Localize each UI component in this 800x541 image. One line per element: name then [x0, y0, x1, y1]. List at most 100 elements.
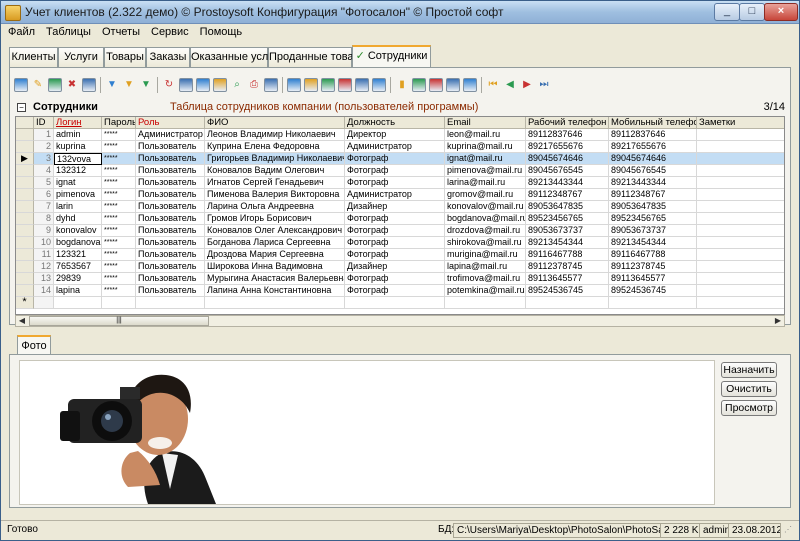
table-row[interactable]: 13 29839 ***** Пользователь Мурыгина Анастас…	[16, 273, 784, 285]
table-row[interactable]: 2 kuprina ***** Пользователь Куприна Елена Ф…	[16, 141, 784, 153]
tab-orders[interactable]: Заказы	[146, 47, 190, 67]
cell-mobile[interactable]: 89112837646	[609, 129, 697, 141]
cell-fio[interactable]: Григорьев Владимир Николаевич	[205, 153, 345, 165]
cell-mobile[interactable]: 89116467788	[609, 249, 697, 261]
settings-icon[interactable]	[463, 78, 477, 92]
cell-role[interactable]: Администратор	[136, 129, 205, 141]
cell-notes[interactable]	[697, 129, 784, 141]
cell-position[interactable]: Фотограф	[345, 273, 445, 285]
tab-goods[interactable]: Товары	[104, 47, 146, 67]
column-header[interactable]: Логин	[54, 117, 102, 129]
cell-work[interactable]: 89113645577	[526, 273, 609, 285]
cell-login[interactable]: larin	[54, 201, 102, 213]
filter-icon[interactable]: ▼	[105, 78, 119, 92]
cell-role[interactable]: Пользователь	[136, 141, 205, 153]
cell-login[interactable]: 132vova	[54, 153, 102, 165]
table-row[interactable]: 4 132312 ***** Пользователь Коновалов Вадим …	[16, 165, 784, 177]
cell-email[interactable]: kuprina@mail.ru	[445, 141, 526, 153]
cell-email[interactable]: ignat@mail.ru	[445, 153, 526, 165]
cell-id[interactable]: 9	[34, 225, 54, 237]
copy-icon[interactable]	[48, 78, 62, 92]
export-html-icon[interactable]	[355, 78, 369, 92]
export-xml-icon[interactable]	[338, 78, 352, 92]
row-indicator[interactable]	[16, 129, 34, 141]
cell-fio[interactable]: Богданова Лариса Сергеевна	[205, 237, 345, 249]
table-row[interactable]: 10 bogdanova ***** Пользователь Богданова Ла…	[16, 237, 784, 249]
scroll-left-icon[interactable]: ◀	[16, 316, 28, 326]
cell-position[interactable]: Фотограф	[345, 213, 445, 225]
cell-fio[interactable]: Мурыгина Анастасия Валерьевна	[205, 273, 345, 285]
cell-mobile[interactable]: 89113645577	[609, 273, 697, 285]
cell-fio[interactable]: Громов Игорь Борисович	[205, 213, 345, 225]
cell-role[interactable]: Пользователь	[136, 165, 205, 177]
column-header[interactable]: Email	[445, 117, 526, 129]
tab-employees[interactable]: ✓ Сотрудники	[352, 45, 431, 68]
cell-password[interactable]: *****	[102, 153, 136, 165]
grid-icon[interactable]	[446, 78, 460, 92]
row-indicator[interactable]	[16, 189, 34, 201]
table-row[interactable]: 8 dyhd ***** Пользователь Громов Игорь Борис…	[16, 213, 784, 225]
cell-notes[interactable]	[697, 225, 784, 237]
table-row[interactable]: 5 ignat ***** Пользователь Игнатов Сергей Ге…	[16, 177, 784, 189]
cell-password[interactable]: *****	[102, 225, 136, 237]
cell-login[interactable]: 7653567	[54, 261, 102, 273]
table-row[interactable]: 7 larin ***** Пользователь Ларина Ольга Андр…	[16, 201, 784, 213]
table-edit-icon[interactable]	[82, 78, 96, 92]
cell-role[interactable]: Пользователь	[136, 285, 205, 297]
cell-mobile[interactable]: 89045676545	[609, 165, 697, 177]
cell-position[interactable]: Фотограф	[345, 225, 445, 237]
filter-clear-icon[interactable]: ▼	[122, 78, 136, 92]
cell-notes[interactable]	[697, 273, 784, 285]
column-chooser-icon[interactable]	[412, 78, 426, 92]
cell-work[interactable]: 89116467788	[526, 249, 609, 261]
cell-fio[interactable]: Коновалов Олег Александрович	[205, 225, 345, 237]
cell-fio[interactable]: Леонов Владимир Николаевич	[205, 129, 345, 141]
cell-login[interactable]: 29839	[54, 273, 102, 285]
cell-id[interactable]: 7	[34, 201, 54, 213]
cell-email[interactable]: drozdova@mail.ru	[445, 225, 526, 237]
row-indicator[interactable]	[16, 225, 34, 237]
cell-id[interactable]: 14	[34, 285, 54, 297]
column-header[interactable]: ID	[34, 117, 54, 129]
cell-mobile[interactable]: 89217655676	[609, 141, 697, 153]
cell-position[interactable]: Администратор	[345, 189, 445, 201]
cell-mobile[interactable]: 89112378745	[609, 261, 697, 273]
row-indicator[interactable]	[16, 237, 34, 249]
row-indicator[interactable]	[16, 213, 34, 225]
resize-grip-icon[interactable]: ⋰	[781, 523, 797, 538]
table-row[interactable]: 6 pimenova ***** Пользователь Пименова Валер…	[16, 189, 784, 201]
cell-notes[interactable]	[697, 153, 784, 165]
menu-service[interactable]: Сервис	[144, 24, 193, 38]
cell-position[interactable]: Директор	[345, 129, 445, 141]
cell-mobile[interactable]: 89213443344	[609, 177, 697, 189]
cell-mobile[interactable]: 89213454344	[609, 237, 697, 249]
cell-work[interactable]: 89523456765	[526, 213, 609, 225]
table-row[interactable]: 9 konovalov ***** Пользователь Коновалов Оле…	[16, 225, 784, 237]
empty-cell[interactable]	[445, 297, 526, 309]
cell-password[interactable]: *****	[102, 141, 136, 153]
cell-password[interactable]: *****	[102, 189, 136, 201]
view-photo-button[interactable]: Просмотр	[721, 400, 777, 416]
cell-role[interactable]: Пользователь	[136, 201, 205, 213]
delete-icon[interactable]: ✖	[65, 78, 79, 92]
cell-login[interactable]: pimenova	[54, 189, 102, 201]
column-header[interactable]: ФИО	[205, 117, 345, 129]
cell-position[interactable]: Дизайнер	[345, 261, 445, 273]
empty-cell[interactable]	[345, 297, 445, 309]
menu-help[interactable]: Помощь	[193, 24, 247, 38]
find-icon[interactable]: ⌕	[230, 78, 244, 92]
cell-email[interactable]: potemkina@mail.ru	[445, 285, 526, 297]
prev-record-icon[interactable]: ◀	[503, 78, 517, 92]
cell-role[interactable]: Пользователь	[136, 261, 205, 273]
row-indicator[interactable]	[16, 177, 34, 189]
cell-notes[interactable]	[697, 213, 784, 225]
cell-work[interactable]: 89053673737	[526, 225, 609, 237]
employees-grid[interactable]: ID Логин Пароль Роль ФИО Должность Email Рабочи…	[15, 116, 785, 315]
table-row[interactable]: 1 admin ***** Администратор Леонов Владимир …	[16, 129, 784, 141]
cell-login[interactable]: kuprina	[54, 141, 102, 153]
cell-mobile[interactable]: 89524536745	[609, 285, 697, 297]
cell-work[interactable]: 89217655676	[526, 141, 609, 153]
cell-notes[interactable]	[697, 249, 784, 261]
row-indicator[interactable]	[16, 249, 34, 261]
edit-icon[interactable]: ✎	[31, 78, 45, 92]
